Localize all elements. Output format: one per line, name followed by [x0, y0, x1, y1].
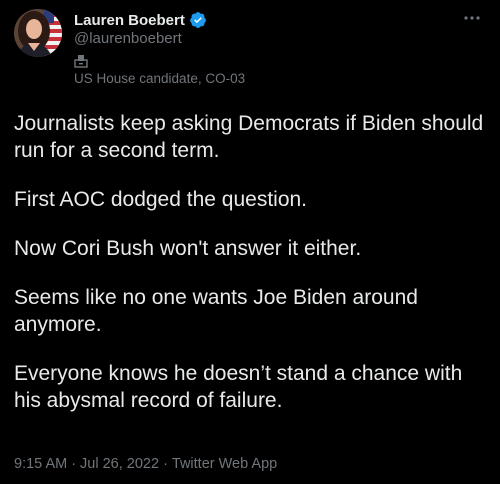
tweet-time[interactable]: 9:15 AM — [14, 456, 67, 472]
author-handle[interactable]: @laurenboebert — [74, 30, 182, 47]
meta-separator: · — [71, 456, 77, 472]
affiliation-label: US House candidate, CO-03 — [74, 54, 334, 90]
more-options-button[interactable] — [462, 8, 482, 28]
verified-badge-icon — [189, 11, 207, 29]
author-display-name[interactable]: Lauren Boebert — [74, 12, 185, 29]
meta-separator: · — [163, 456, 168, 472]
tweet-source-app[interactable]: Twitter Web App — [172, 456, 277, 472]
tweet-paragraph: Journalists keep asking Democrats if Bid… — [14, 112, 484, 162]
tweet-paragraph: Now Cori Bush won't answer it either. — [14, 237, 362, 260]
tweet-card: Lauren Boebert @laurenboebert US House c… — [0, 0, 500, 484]
candidate-label-text: US House candidate, CO-03 — [74, 71, 246, 86]
tweet-paragraph: Everyone knows he doesn’t stand a chance… — [14, 362, 463, 412]
tweet-paragraph: First AOC dodged the question. — [14, 188, 308, 211]
author-name-row: Lauren Boebert — [74, 10, 207, 30]
tweet-metadata: 9:15 AM · Jul 26, 2022 · Twitter Web App — [14, 456, 277, 472]
tweet-paragraph: Seems like no one wants Joe Biden around… — [14, 286, 418, 336]
more-horizontal-icon — [464, 16, 480, 20]
tweet-text: Journalists keep asking Democrats if Bid… — [14, 110, 490, 436]
tweet-date[interactable]: Jul 26, 2022 — [80, 456, 159, 472]
ballot-box-icon — [74, 54, 88, 68]
avatar[interactable] — [14, 9, 62, 57]
avatar-image — [14, 9, 62, 57]
